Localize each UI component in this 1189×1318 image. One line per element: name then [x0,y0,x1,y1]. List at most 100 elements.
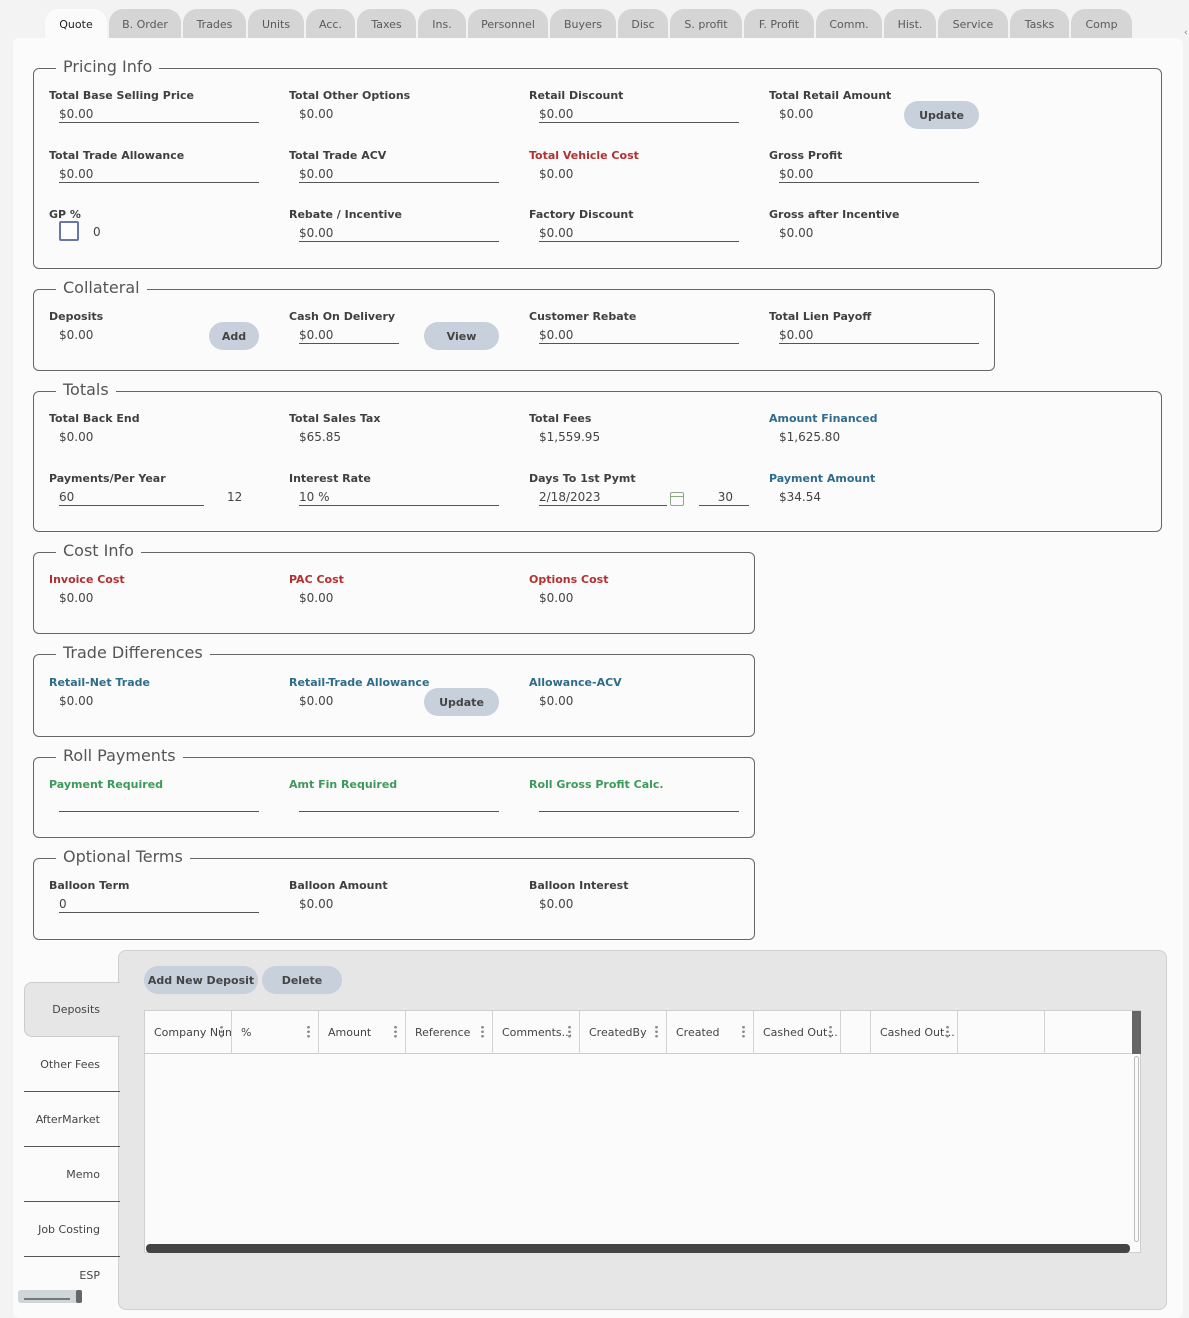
total-base-selling-price-field: Total Base Selling Price $0.00 [49,89,274,123]
field-label: GP % [49,208,81,221]
retail-discount-input[interactable]: $0.00 [539,105,739,123]
first-pymt-date-input[interactable]: 2/18/2023 [539,488,667,506]
trade-update-button[interactable]: Update [424,688,499,716]
column-label: % [241,1026,252,1039]
deposits-grid: Company Num. % Amount Reference Comments… [144,1010,1141,1253]
column-header[interactable]: Amount [319,1011,406,1054]
top-tab-bar: Quote B. Order Trades Units Acc. Taxes I… [45,9,1134,39]
column-header[interactable]: % [232,1011,319,1054]
column-header[interactable] [841,1011,871,1054]
add-new-deposit-button[interactable]: Add New Deposit [144,966,258,994]
tab-buyers[interactable]: Buyers [550,9,616,39]
tab-tasks[interactable]: Tasks [1010,9,1069,39]
column-menu-icon[interactable] [946,1025,949,1038]
field-label: Roll Gross Profit Calc. [529,778,664,791]
balloon-term-input[interactable]: 0 [59,895,259,913]
total-back-end-value: $0.00 [59,430,94,444]
side-tab-job-costing[interactable]: Job Costing [24,1202,120,1257]
column-header[interactable]: Company Num. [145,1011,232,1054]
column-header[interactable]: Cashed Out... [754,1011,841,1054]
column-menu-icon[interactable] [481,1025,484,1038]
side-tab-memo[interactable]: Memo [24,1147,120,1202]
column-header[interactable]: Reference [406,1011,493,1054]
tab-trades[interactable]: Trades [183,9,246,39]
field-label: Customer Rebate [529,310,637,323]
total-trade-acv-input[interactable]: $0.00 [299,165,499,183]
total-trade-allowance-input[interactable]: $0.00 [59,165,259,183]
tab-service[interactable]: Service [938,9,1008,39]
total-base-selling-price-input[interactable]: $0.00 [59,105,259,123]
retail-trade-allowance-value: $0.00 [299,694,334,708]
column-header[interactable]: Comments... [493,1011,580,1054]
total-retail-amount-value: $0.00 [779,107,814,121]
cash-on-delivery-input[interactable]: $0.00 [299,326,399,344]
column-menu-icon[interactable] [742,1025,745,1038]
column-header[interactable] [958,1011,1045,1054]
column-menu-icon[interactable] [568,1025,571,1038]
days-input[interactable]: 30 [699,488,749,506]
amt-fin-required-input[interactable] [299,794,499,812]
field-label: Gross Profit [769,149,843,162]
total-sales-tax-field: Total Sales Tax $65.85 [289,412,514,444]
tab-comp[interactable]: Comp [1071,9,1132,39]
column-header[interactable]: Cashed Out... [871,1011,958,1054]
field-label: Total Base Selling Price [49,89,194,102]
side-tab-scrollbar-end[interactable] [76,1290,82,1303]
update-button[interactable]: Update [904,101,979,129]
payments-input[interactable]: 60 [59,488,204,506]
horizontal-scrollbar[interactable] [146,1244,1130,1253]
field-label: Total Trade ACV [289,149,387,162]
vertical-scrollbar-thumb[interactable] [1132,1011,1141,1054]
gp-percent-checkbox[interactable] [59,221,79,241]
cost-info-section: Cost Info Invoice Cost $0.00 PAC Cost $0… [33,541,755,634]
column-menu-icon[interactable] [829,1025,832,1038]
tab-hist[interactable]: Hist. [884,9,936,39]
field-label: Payments/Per Year [49,472,166,485]
rebate-incentive-input[interactable]: $0.00 [299,224,499,242]
allowance-acv-field: Allowance-ACV $0.00 [529,676,754,708]
tab-comm[interactable]: Comm. [816,9,882,39]
field-label: PAC Cost [289,573,344,586]
side-tab-other-fees[interactable]: Other Fees [24,1037,120,1092]
payment-required-input[interactable] [59,794,259,812]
add-deposit-button[interactable]: Add [209,322,259,350]
interest-rate-input[interactable]: 10 % [299,488,499,506]
retail-net-trade-field: Retail-Net Trade $0.00 [49,676,274,708]
tab-s-profit[interactable]: S. profit [670,9,742,39]
gross-profit-input[interactable]: $0.00 [779,165,979,183]
total-lien-payoff-input[interactable]: $0.00 [779,326,979,344]
tab-acc[interactable]: Acc. [306,9,355,39]
tab-b-order[interactable]: B. Order [109,9,181,39]
column-menu-icon[interactable] [394,1025,397,1038]
tab-quote[interactable]: Quote [45,9,107,39]
delete-button[interactable]: Delete [262,966,342,994]
tab-taxes[interactable]: Taxes [357,9,416,39]
side-tab-scrollbar[interactable] [18,1290,82,1303]
total-trade-allowance-field: Total Trade Allowance $0.00 [49,149,274,183]
vertical-scrollbar[interactable] [1134,1056,1139,1242]
tab-f-profit[interactable]: F. Profit [744,9,814,39]
side-tab-esp[interactable]: ESP [24,1257,120,1312]
column-header[interactable]: Created [667,1011,754,1054]
calendar-icon[interactable] [670,492,684,506]
tab-units[interactable]: Units [248,9,304,39]
column-menu-icon[interactable] [307,1025,310,1038]
payment-required-field: Payment Required [49,778,274,812]
field-label: Retail-Net Trade [49,676,150,689]
tab-personnel[interactable]: Personnel [468,9,548,39]
roll-gross-profit-input[interactable] [539,794,739,812]
total-sales-tax-value: $65.85 [299,430,341,444]
balloon-term-field: Balloon Term 0 [49,879,274,913]
column-menu-icon[interactable] [655,1025,658,1038]
section-title: Trade Differences [56,643,210,663]
side-tab-aftermarket[interactable]: AfterMarket [24,1092,120,1147]
tab-ins[interactable]: Ins. [418,9,466,39]
total-back-end-field: Total Back End $0.00 [49,412,274,444]
side-tab-deposits[interactable]: Deposits [24,982,120,1037]
factory-discount-input[interactable]: $0.00 [539,224,739,242]
customer-rebate-input[interactable]: $0.00 [539,326,739,344]
view-button[interactable]: View [424,322,499,350]
column-header[interactable]: CreatedBy [580,1011,667,1054]
column-menu-icon[interactable] [220,1025,223,1038]
tab-disc[interactable]: Disc [618,9,668,39]
